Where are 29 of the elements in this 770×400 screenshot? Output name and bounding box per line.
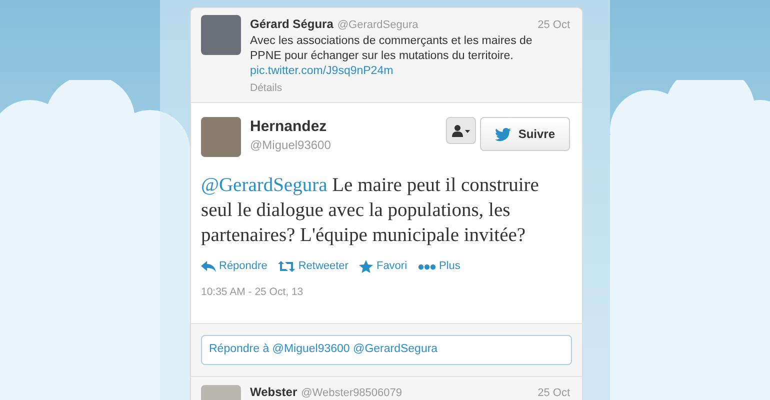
author-handle[interactable]: @Miguel93600: [250, 137, 331, 154]
tweet-date[interactable]: 25 Oct: [538, 386, 572, 400]
tweet-date[interactable]: 25 Oct: [538, 17, 572, 34]
author-handle[interactable]: @GerardSegura: [337, 17, 418, 34]
author-name[interactable]: Hernandez: [250, 117, 327, 138]
avatar-placeholder: [201, 15, 241, 55]
details-link[interactable]: Détails: [250, 80, 282, 96]
tweet-text: Avec les associations de commerçants et les maires de PPNE pour échanger sur les mutations du territoire.: [250, 34, 532, 62]
retweet-button[interactable]: Retweeter: [278, 258, 348, 275]
avatar-placeholder: [201, 117, 241, 158]
tweet-text: @GerardSegura Le maire peut il construire seul le dialogue avec la populations, les partenaires? L'équipe municipale invitée?: [201, 174, 540, 248]
bird-icon: [495, 128, 512, 141]
author-handle[interactable]: @Webster98506079: [301, 386, 402, 400]
user-dropdown-icon: [452, 124, 470, 137]
retweet-icon: [278, 261, 296, 272]
follow-button[interactable]: Suivre: [480, 117, 570, 152]
star-icon: [359, 260, 374, 273]
more-button[interactable]: Plus: [418, 258, 460, 275]
tweet-timestamp[interactable]: 10:35 AM - 25 Oct, 13: [201, 284, 304, 300]
author-name[interactable]: Webster: [250, 384, 298, 398]
user-menu-button[interactable]: [446, 117, 476, 144]
author-name[interactable]: Gérard Ségura: [250, 15, 334, 33]
reply-button[interactable]: Répondre: [201, 258, 268, 275]
photo-link[interactable]: pic.twitter.com/J9sq9nP24m: [250, 64, 394, 76]
favorite-button[interactable]: Favori: [359, 258, 408, 275]
reply-icon: [201, 261, 216, 272]
reply-field[interactable]: Répondre à @Miguel93600 @GerardSegura: [201, 334, 572, 364]
mention-link[interactable]: @GerardSegura: [201, 175, 328, 196]
more-icon: [418, 264, 436, 270]
